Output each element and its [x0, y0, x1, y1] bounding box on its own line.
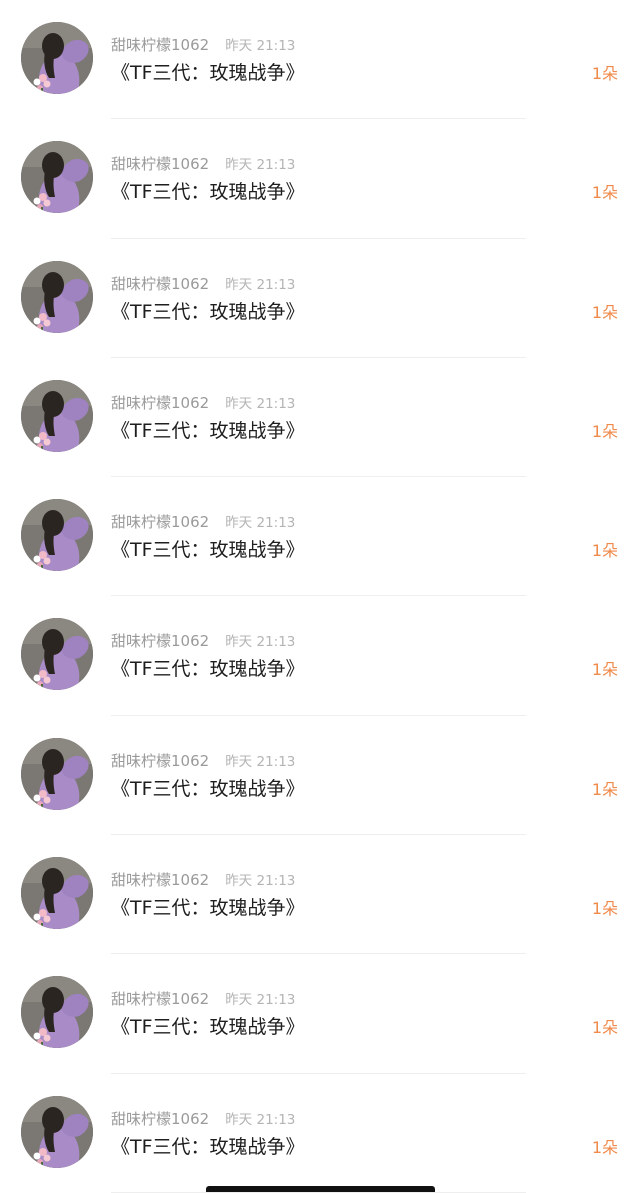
message-text: 《TF三代：玫瑰战争》: [111, 777, 305, 800]
gift-count: 1朵: [591, 899, 618, 919]
avatar[interactable]: [21, 141, 93, 214]
gift-count: 1朵: [591, 183, 618, 203]
timestamp: 昨天 21:13: [225, 873, 296, 890]
gift-count: 1朵: [591, 660, 618, 680]
gift-count: 1朵: [591, 302, 618, 322]
list-item[interactable]: 甜味柠檬1062 昨天 21:13 《TF三代：玫瑰战争》 1朵: [0, 0, 640, 120]
avatar[interactable]: [21, 1095, 93, 1168]
username[interactable]: 甜味柠檬1062: [111, 275, 209, 293]
message-list[interactable]: 甜味柠檬1062 昨天 21:13 《TF三代：玫瑰战争》 1朵 甜味柠檬106…: [0, 0, 640, 1193]
avatar-photo-icon: [21, 976, 93, 1049]
message-text: 《TF三代：玫瑰战争》: [111, 897, 305, 920]
list-item[interactable]: 甜味柠檬1062 昨天 21:13 《TF三代：玫瑰战争》 1朵: [0, 716, 640, 836]
avatar-photo-icon: [21, 618, 93, 691]
gift-count: 1朵: [591, 1018, 618, 1038]
list-item[interactable]: 甜味柠檬1062 昨天 21:13 《TF三代：玫瑰战争》 1朵: [0, 954, 640, 1074]
list-item[interactable]: 甜味柠檬1062 昨天 21:13 《TF三代：玫瑰战争》 1朵: [0, 358, 640, 478]
list-item[interactable]: 甜味柠檬1062 昨天 21:13 《TF三代：玫瑰战争》 1朵: [0, 1074, 640, 1193]
list-item[interactable]: 甜味柠檬1062 昨天 21:13 《TF三代：玫瑰战争》 1朵: [0, 119, 640, 239]
message-text: 《TF三代：玫瑰战争》: [111, 62, 305, 84]
avatar-photo-icon: [21, 22, 93, 94]
username[interactable]: 甜味柠檬1062: [111, 871, 209, 889]
list-item[interactable]: 甜味柠檬1062 昨天 21:13 《TF三代：玫瑰战争》 1朵: [0, 239, 640, 358]
message-text: 《TF三代：玫瑰战争》: [111, 1135, 305, 1158]
avatar[interactable]: [21, 22, 93, 94]
avatar-photo-icon: [21, 737, 93, 810]
timestamp: 昨天 21:13: [225, 634, 296, 651]
timestamp: 昨天 21:13: [225, 515, 296, 532]
message-text: 《TF三代：玫瑰战争》: [111, 1016, 305, 1039]
avatar-photo-icon: [21, 499, 93, 572]
gift-count: 1朵: [591, 541, 618, 561]
list-item[interactable]: 甜味柠檬1062 昨天 21:13 《TF三代：玫瑰战争》 1朵: [0, 835, 640, 955]
message-text: 《TF三代：玫瑰战争》: [111, 539, 305, 562]
avatar[interactable]: [21, 379, 93, 452]
message-text: 《TF三代：玫瑰战争》: [111, 300, 305, 323]
avatar-photo-icon: [21, 141, 93, 214]
timestamp: 昨天 21:13: [225, 395, 296, 412]
username[interactable]: 甜味柠檬1062: [111, 36, 209, 54]
username[interactable]: 甜味柠檬1062: [111, 513, 209, 531]
message-text: 《TF三代：玫瑰战争》: [111, 419, 305, 442]
timestamp: 昨天 21:13: [225, 1111, 296, 1128]
username[interactable]: 甜味柠檬1062: [111, 155, 209, 173]
timestamp: 昨天 21:13: [225, 753, 296, 770]
avatar-photo-icon: [21, 857, 93, 930]
username[interactable]: 甜味柠檬1062: [111, 990, 209, 1008]
username[interactable]: 甜味柠檬1062: [111, 394, 209, 412]
username[interactable]: 甜味柠檬1062: [111, 1110, 209, 1128]
timestamp: 昨天 21:13: [225, 157, 296, 174]
gift-count: 1朵: [591, 1137, 618, 1157]
avatar[interactable]: [21, 260, 93, 333]
gift-count: 1朵: [591, 779, 618, 799]
timestamp: 昨天 21:13: [225, 38, 296, 54]
avatar[interactable]: [21, 857, 93, 930]
username[interactable]: 甜味柠檬1062: [111, 752, 209, 770]
avatar-photo-icon: [21, 260, 93, 333]
message-text: 《TF三代：玫瑰战争》: [111, 658, 305, 681]
avatar-photo-icon: [21, 379, 93, 452]
avatar[interactable]: [21, 499, 93, 572]
username[interactable]: 甜味柠檬1062: [111, 632, 209, 650]
timestamp: 昨天 21:13: [225, 992, 296, 1009]
avatar[interactable]: [21, 976, 93, 1049]
timestamp: 昨天 21:13: [225, 276, 296, 293]
home-indicator[interactable]: [206, 1186, 435, 1192]
avatar-photo-icon: [21, 1095, 93, 1168]
gift-count: 1朵: [591, 421, 618, 441]
list-item[interactable]: 甜味柠檬1062 昨天 21:13 《TF三代：玫瑰战争》 1朵: [0, 477, 640, 597]
avatar[interactable]: [21, 618, 93, 691]
list-item[interactable]: 甜味柠檬1062 昨天 21:13 《TF三代：玫瑰战争》 1朵: [0, 596, 640, 716]
message-text: 《TF三代：玫瑰战争》: [111, 181, 305, 204]
avatar[interactable]: [21, 737, 93, 810]
gift-count: 1朵: [591, 64, 618, 83]
